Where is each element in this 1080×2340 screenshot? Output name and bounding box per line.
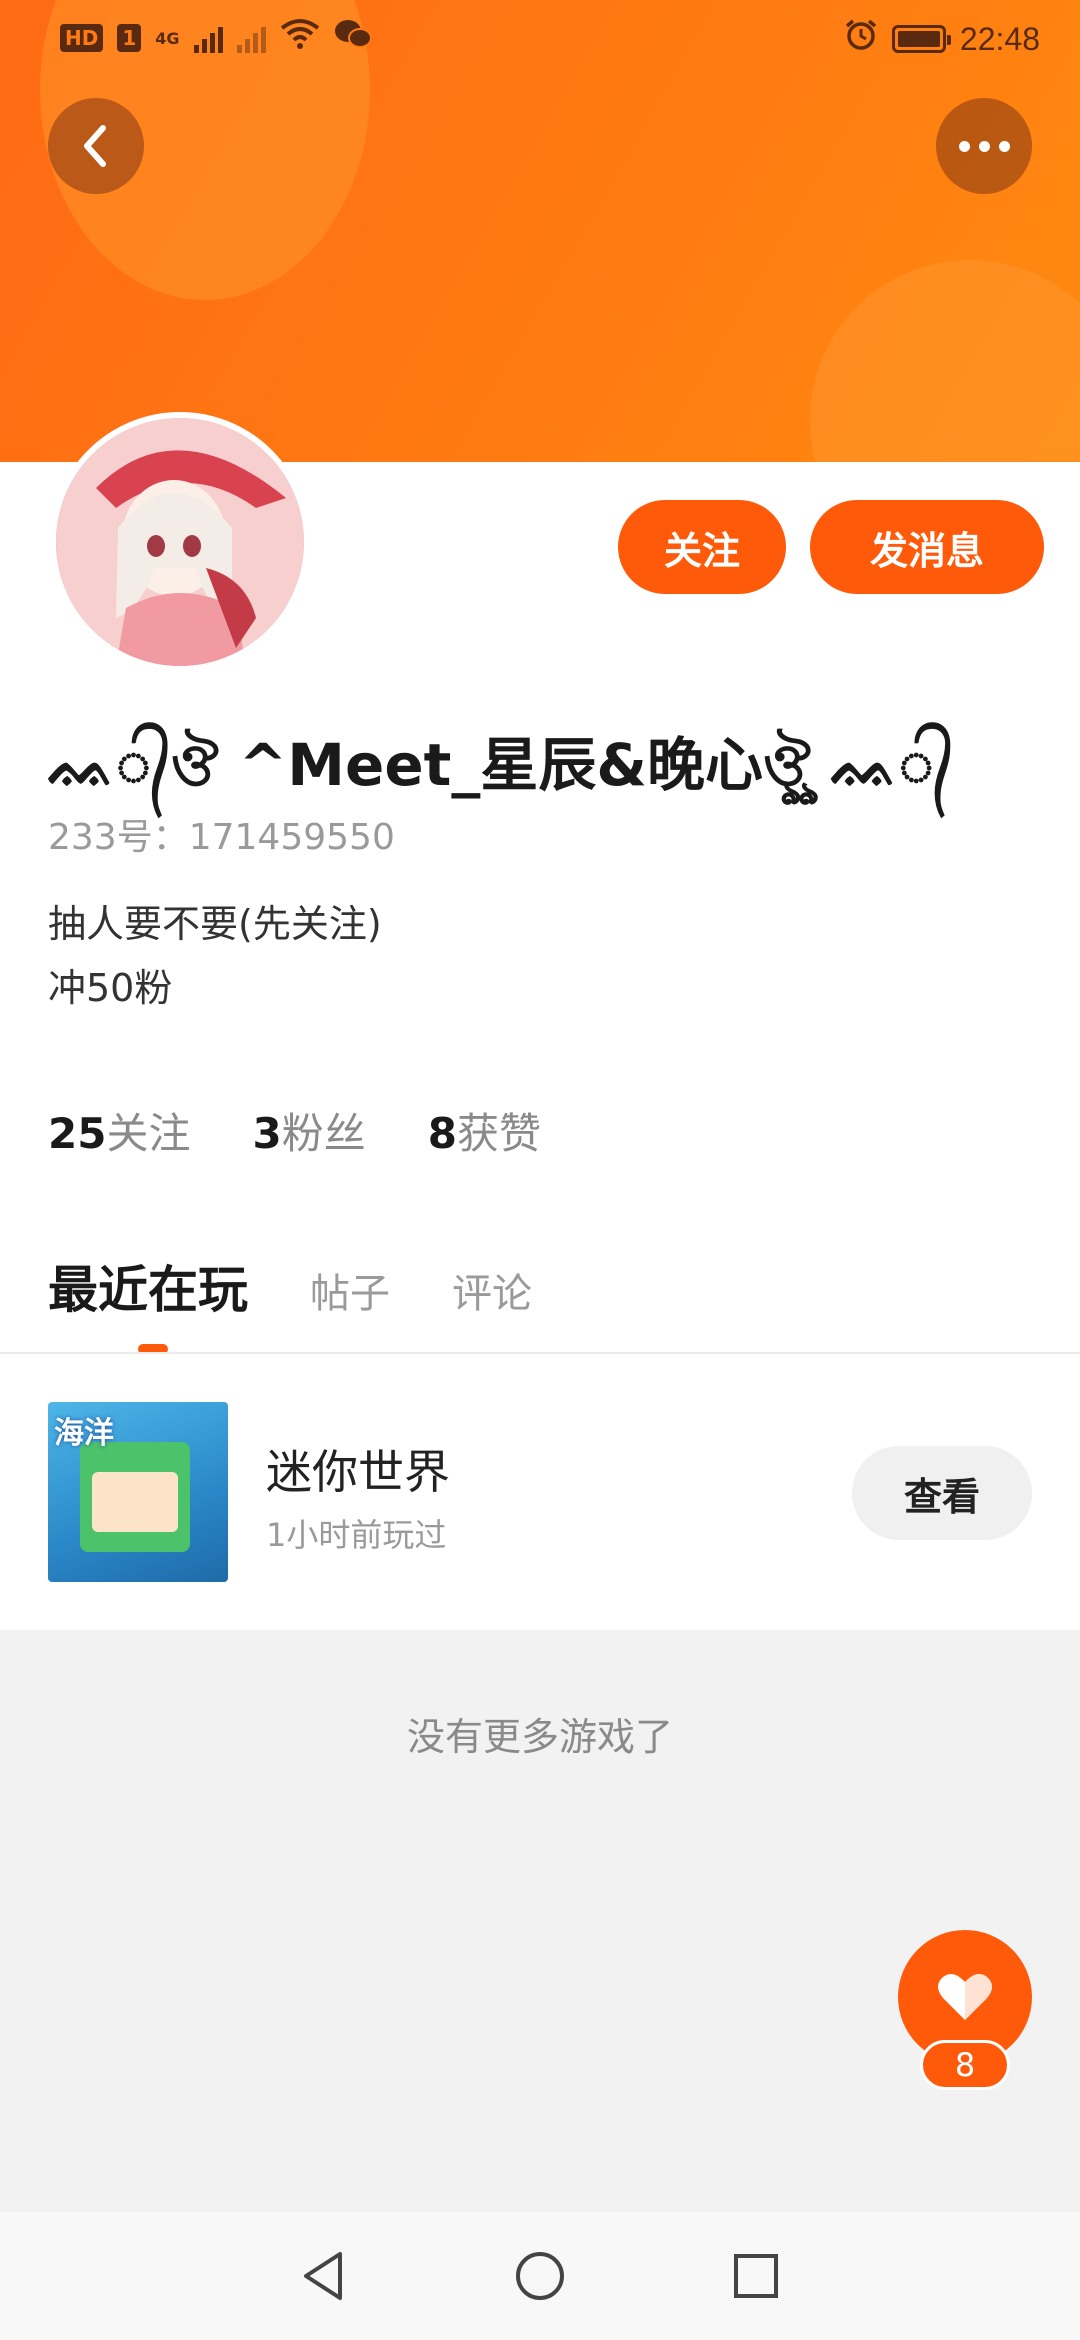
avatar[interactable] <box>50 412 310 672</box>
stat-following[interactable]: 25关注 <box>48 1100 190 1161</box>
stat-value: 25 <box>48 1109 107 1158</box>
stat-value: 8 <box>427 1109 457 1158</box>
circle-home-icon[interactable] <box>512 2248 568 2304</box>
signal-icon <box>236 23 266 53</box>
stat-followers[interactable]: 3粉丝 <box>252 1100 365 1161</box>
view-game-button[interactable]: 查看 <box>852 1446 1032 1540</box>
stat-label: 关注 <box>106 1109 191 1158</box>
back-button[interactable] <box>48 98 144 194</box>
no-more-games-text: 没有更多游戏了 <box>406 1715 673 1759</box>
more-options-button[interactable] <box>936 98 1032 194</box>
stat-likes[interactable]: 8获赞 <box>428 1100 541 1161</box>
stat-value: 3 <box>252 1109 282 1158</box>
tab-posts[interactable]: 帖子 <box>310 1261 390 1319</box>
wechat-icon <box>334 18 372 58</box>
game-title[interactable]: 迷你世界 <box>266 1436 450 1502</box>
alarm-icon <box>844 18 878 60</box>
sim-indicator: 1 <box>117 24 142 52</box>
game-last-played: 1小时前玩过 <box>266 1516 447 1554</box>
heart-icon <box>938 1973 992 2020</box>
profile-stats: 25关注 3粉丝 8获赞 <box>48 1100 541 1161</box>
status-bar: HD 1 4G 22:48 <box>0 0 1080 76</box>
square-recents-icon[interactable] <box>728 2248 784 2304</box>
banner-decoration <box>810 260 1080 462</box>
profile-bio: 抽人要不要(先关注) 冲50粉 <box>48 892 382 1020</box>
hd-indicator: HD <box>60 24 104 52</box>
user-id: 233号：171459550 <box>48 817 395 858</box>
triangle-back-icon[interactable] <box>296 2248 352 2304</box>
divider <box>0 1352 1080 1354</box>
stat-label: 获赞 <box>456 1109 541 1158</box>
game-art <box>92 1472 178 1532</box>
game-thumbnail[interactable]: 海洋 <box>48 1402 228 1582</box>
tab-comments[interactable]: 评论 <box>452 1261 532 1319</box>
game-thumb-tag: 海洋 <box>54 1416 114 1451</box>
system-nav-bar <box>0 2212 1080 2340</box>
more-dots-icon <box>958 140 1010 152</box>
bio-line: 冲50粉 <box>48 966 173 1010</box>
like-count-badge: 8 <box>920 2040 1010 2090</box>
wifi-icon <box>280 18 320 58</box>
signal-icon <box>193 23 223 53</box>
battery-icon <box>891 25 951 53</box>
send-message-button[interactable]: 发消息 <box>810 500 1044 594</box>
tab-recently-played[interactable]: 最近在玩 <box>48 1250 248 1322</box>
follow-button[interactable]: 关注 <box>618 500 786 594</box>
bio-line: 抽人要不要(先关注) <box>48 902 382 946</box>
network-type-label: 4G <box>155 28 180 48</box>
profile-tabs: 最近在玩 帖子 评论 <box>48 1250 532 1322</box>
chevron-left-icon <box>84 125 106 167</box>
clock-time: 22:48 <box>959 20 1040 57</box>
stat-label: 粉丝 <box>281 1109 366 1158</box>
